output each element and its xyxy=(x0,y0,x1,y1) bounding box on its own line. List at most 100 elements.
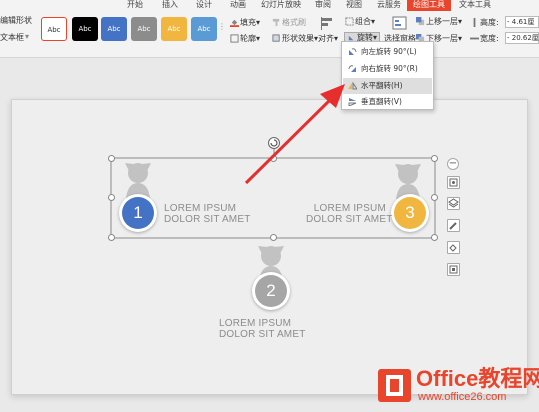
rotate-right-90-item[interactable]: 向右旋转 90°(R) xyxy=(343,61,432,77)
height-label-text: 高度: xyxy=(480,18,499,27)
fill-bucket-icon xyxy=(449,244,457,252)
shape-style-white[interactable]: Abc xyxy=(41,17,67,41)
resize-handle[interactable] xyxy=(108,194,115,201)
resize-handle[interactable] xyxy=(431,234,438,241)
shape-style-gray[interactable]: Abc xyxy=(131,17,157,41)
rotate-left-icon xyxy=(349,48,357,55)
layers-icon xyxy=(448,198,459,208)
flip-horizontal-icon xyxy=(348,82,357,90)
shape-effect-icon xyxy=(272,34,280,42)
resize-handle[interactable] xyxy=(270,234,277,241)
chevron-down-icon: ▾ xyxy=(25,32,30,41)
rotate-left-90-label: 向左旋转 90°(L) xyxy=(361,47,417,56)
layout-icon xyxy=(449,178,458,187)
align-icon[interactable] xyxy=(320,16,336,32)
bring-forward-label: 上移一层 xyxy=(426,17,458,26)
height-input[interactable]: - 4.61厘 xyxy=(505,16,539,28)
brush-icon xyxy=(272,18,280,27)
frame-button[interactable] xyxy=(447,263,460,276)
format-brush-button[interactable]: 格式刷 xyxy=(272,18,306,28)
width-label: 宽度: xyxy=(470,34,499,44)
tab-review[interactable]: 审阅 xyxy=(315,0,331,11)
watermark-title: Office教程网 xyxy=(416,366,539,391)
fill-button[interactable]: 填充▾ xyxy=(230,18,260,28)
tab-home[interactable]: 开始 xyxy=(127,0,143,11)
shape-style-black[interactable]: Abc xyxy=(72,17,98,41)
selection-pane-icon[interactable] xyxy=(392,16,408,32)
flip-vertical-item[interactable]: 垂直翻转(V) xyxy=(343,94,432,110)
height-icon xyxy=(473,18,476,27)
frame-icon xyxy=(449,265,458,274)
shape-style-blue[interactable]: Abc xyxy=(101,17,127,41)
circle-1-outer: 1 xyxy=(119,194,157,232)
item-3-line1: LOREM IPSUM xyxy=(313,203,386,214)
height-label: 高度: xyxy=(470,18,499,28)
fill-label: 填充 xyxy=(240,18,256,27)
office-logo xyxy=(378,369,411,402)
ribbon: 开始 插入 设计 动画 幻灯片放映 审阅 视图 云服务 绘图工具 文本工具 编辑… xyxy=(0,0,539,58)
width-label-text: 宽度: xyxy=(480,34,499,43)
tab-text-tools[interactable]: 文本工具 xyxy=(459,0,491,11)
tab-bar: 开始 插入 设计 动画 幻灯片放映 审阅 视图 云服务 绘图工具 文本工具 xyxy=(0,0,539,11)
align-label: 对齐 xyxy=(318,34,334,43)
circle-1-number: 1 xyxy=(122,197,154,229)
height-value: 4.61厘 xyxy=(511,18,535,26)
resize-handle[interactable] xyxy=(431,155,438,162)
text-box-button[interactable]: 文本框 xyxy=(0,33,24,43)
tab-cloud[interactable]: 云服务 xyxy=(377,0,401,11)
tab-insert[interactable]: 插入 xyxy=(162,0,178,11)
shape-effect-label: 形状效果 xyxy=(282,34,314,43)
flip-vertical-icon xyxy=(348,98,357,106)
resize-handle[interactable] xyxy=(108,155,115,162)
fill-icon xyxy=(230,19,239,27)
fill-shape-button[interactable] xyxy=(447,241,460,254)
bring-forward-icon xyxy=(416,17,425,26)
shape-style-lightblue[interactable]: Abc xyxy=(191,17,217,41)
layers-button[interactable] xyxy=(447,197,460,210)
flip-horizontal-label: 水平翻转(H) xyxy=(361,81,403,90)
outline-button[interactable]: 轮廓▾ xyxy=(230,34,260,44)
rotate-left-90-item[interactable]: 向左旋转 90°(L) xyxy=(343,44,432,60)
circle-3-number: 3 xyxy=(394,197,426,229)
rotate-menu: 向左旋转 90°(L) 向右旋转 90°(R) 水平翻转(H) 垂直翻转(V) xyxy=(341,41,434,110)
layout-options-button[interactable] xyxy=(447,176,460,189)
style-gallery-more-icon[interactable]: ⋮ xyxy=(218,22,226,32)
group-icon xyxy=(345,17,354,26)
tab-slideshow[interactable]: 幻灯片放映 xyxy=(261,0,301,11)
item-1-line1: LOREM IPSUM xyxy=(164,203,237,214)
collapse-toolbar-button[interactable]: − xyxy=(447,158,459,170)
user-icon xyxy=(125,163,151,198)
circle-2-outer: 2 xyxy=(252,272,290,310)
group-button[interactable]: 组合▾ xyxy=(345,17,375,27)
resize-handle[interactable] xyxy=(270,155,277,162)
rotate-handle[interactable] xyxy=(268,137,280,149)
shape-style-yellow[interactable]: Abc xyxy=(161,17,187,41)
width-icon xyxy=(470,37,479,40)
rotate-arrow-icon xyxy=(270,139,278,147)
rotate-right-icon xyxy=(348,65,356,72)
bring-forward-button[interactable]: 上移一层▾ xyxy=(416,17,462,27)
width-value: 20.62厘 xyxy=(511,34,539,42)
tab-design[interactable]: 设计 xyxy=(196,0,212,11)
outline-icon xyxy=(230,34,239,43)
item-2-line1: LOREM IPSUM xyxy=(219,318,292,329)
item-3-line2: DOLOR SIT AMET xyxy=(306,214,393,225)
flip-vertical-label: 垂直翻转(V) xyxy=(361,97,402,106)
resize-handle[interactable] xyxy=(431,194,438,201)
pen-icon xyxy=(449,222,457,230)
rotate-right-90-label: 向右旋转 90°(R) xyxy=(361,64,418,73)
resize-handle[interactable] xyxy=(108,234,115,241)
circle-3-outer: 3 xyxy=(391,194,429,232)
width-input[interactable]: - 20.62厘 xyxy=(505,32,539,44)
circle-2-number: 2 xyxy=(255,275,287,307)
tab-animation[interactable]: 动画 xyxy=(230,0,246,11)
pen-button[interactable] xyxy=(447,219,460,232)
item-2-line2: DOLOR SIT AMET xyxy=(219,329,306,340)
outline-label: 轮廓 xyxy=(240,34,256,43)
watermark-url: www.office26.com xyxy=(418,391,507,403)
tab-view[interactable]: 视图 xyxy=(346,0,362,11)
align-button[interactable]: 对齐▾ xyxy=(318,34,338,44)
shape-effect-button[interactable]: 形状效果▾ xyxy=(272,34,318,44)
tab-drawing-tools[interactable]: 绘图工具 xyxy=(407,0,451,11)
flip-horizontal-item[interactable]: 水平翻转(H) xyxy=(343,78,432,94)
